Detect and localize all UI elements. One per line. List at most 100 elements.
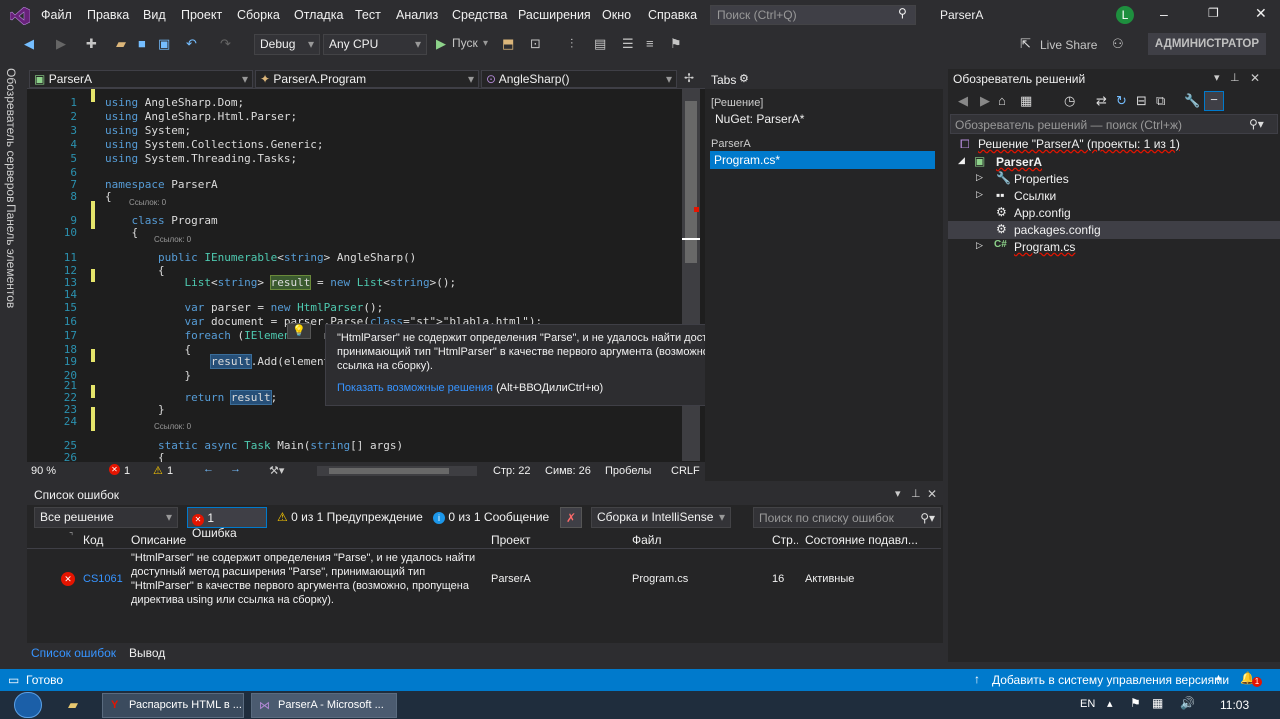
error-code-link[interactable]: CS1061 <box>83 573 123 585</box>
search-icon[interactable]: ⚲▾ <box>1249 117 1264 131</box>
reference-count[interactable]: Ссылок: 0 <box>154 235 191 244</box>
dropdown-icon[interactable]: ▴ <box>1216 672 1221 683</box>
start-dropdown-icon[interactable]: ▾ <box>483 38 488 49</box>
warning-icon[interactable]: ⚠ <box>153 464 163 477</box>
code-line[interactable]: namespace ParserA <box>105 178 218 191</box>
tab-item-nuget[interactable]: NuGet: ParserA* <box>715 112 804 126</box>
sync-icon[interactable]: ⇄ <box>1096 93 1107 109</box>
menu-window[interactable]: Окно <box>602 8 631 22</box>
preview-icon[interactable]: − <box>1204 91 1224 111</box>
history-icon[interactable]: ◷ <box>1064 93 1075 109</box>
cleanup-icon[interactable]: ⚒▾ <box>269 464 284 477</box>
code-line[interactable]: using System.Collections.Generic; <box>105 138 324 151</box>
user-avatar[interactable]: L <box>1116 6 1134 24</box>
screenshot-icon[interactable]: ⊡ <box>530 36 541 52</box>
redo-icon[interactable]: ↷ <box>220 36 231 52</box>
code-line[interactable]: public IEnumerable<string> AngleSharp() <box>105 251 416 264</box>
error-count[interactable]: 1 <box>124 465 130 477</box>
table-row[interactable]: ✕ CS1061 "HtmlParser" не содержит опреде… <box>27 550 941 610</box>
pin-icon[interactable]: ⊥ <box>1230 71 1240 84</box>
layout-icon[interactable]: ▤ <box>594 36 606 52</box>
save-all-icon[interactable]: ▣ <box>158 36 170 52</box>
col-description[interactable]: Описание <box>131 533 186 547</box>
file-explorer-icon[interactable]: ▰ <box>68 697 78 713</box>
reference-count[interactable]: Ссылок: 0 <box>129 198 166 207</box>
error-marker[interactable] <box>694 207 699 212</box>
code-line[interactable]: { <box>105 226 138 239</box>
start-button[interactable] <box>14 692 42 718</box>
toolbox-tab[interactable]: Панель элементов <box>4 204 18 308</box>
previous-issue-icon[interactable]: ← <box>203 463 214 475</box>
panel-close-icon[interactable]: ✕ <box>1250 71 1260 85</box>
clear-filter-icon[interactable]: ✗ <box>560 507 582 528</box>
build-source-select[interactable]: Сборка и IntelliSense ▾ <box>591 507 731 528</box>
warning-count[interactable]: 1 <box>167 465 173 477</box>
collapse-arrow-icon[interactable]: ▷ <box>976 189 983 200</box>
save-icon[interactable]: ■ <box>138 36 146 51</box>
feedback-icon[interactable]: ⚇ <box>1112 36 1124 52</box>
panel-dropdown-icon[interactable]: ▾ <box>1214 71 1220 84</box>
undo-icon[interactable]: ↶ <box>186 36 197 52</box>
tree-item-references[interactable]: Ссылки <box>1014 189 1056 203</box>
menu-project[interactable]: Проект <box>181 8 222 22</box>
error-icon[interactable]: ✕ <box>109 464 120 475</box>
new-item-icon[interactable]: ✚ <box>86 36 97 52</box>
comment-icon[interactable]: ☰ <box>622 36 634 52</box>
code-line[interactable]: using System.Threading.Tasks; <box>105 152 297 165</box>
class-nav-select[interactable]: ✦ ParserA.Program ▾ <box>255 70 479 88</box>
collapse-arrow-icon[interactable]: ▷ <box>976 172 983 183</box>
bookmark-icon[interactable]: ⚑ <box>670 36 682 52</box>
horizontal-scrollbar[interactable] <box>317 466 477 476</box>
code-line[interactable]: var parser = new HtmlParser(); <box>105 301 383 314</box>
tab-error-list[interactable]: Список ошибок <box>31 646 116 660</box>
properties-icon[interactable]: 🔧 <box>1184 93 1200 109</box>
quick-launch-search[interactable]: Поиск (Ctrl+Q) <box>710 5 916 25</box>
input-language[interactable]: EN <box>1080 698 1095 710</box>
tab-output[interactable]: Вывод <box>129 646 165 660</box>
show-fixes-link[interactable]: Показать возможные решения <box>337 382 493 394</box>
minimize-icon[interactable]: – <box>1160 6 1168 22</box>
close-icon[interactable]: ✕ <box>1255 5 1267 22</box>
tab-item-program[interactable]: Program.cs* <box>710 151 935 169</box>
sort-icon[interactable]: ⌝ <box>69 531 73 542</box>
col-project[interactable]: Проект <box>491 533 531 547</box>
clock[interactable]: 11:03 <box>1220 698 1249 712</box>
open-folder-icon[interactable]: ▰ <box>116 36 126 52</box>
add-to-source-control[interactable]: Добавить в систему управления версиями <box>992 673 1229 687</box>
lightbulb-icon[interactable]: 💡 <box>287 323 311 339</box>
menu-tools[interactable]: Средства <box>452 8 507 22</box>
platform-select[interactable]: Any CPU ▾ <box>323 34 427 55</box>
panel-dropdown-icon[interactable]: ▾ <box>895 487 901 500</box>
menu-analyze[interactable]: Анализ <box>396 8 438 22</box>
home-icon[interactable]: ⌂ <box>998 93 1006 108</box>
code-line[interactable]: } <box>105 403 165 416</box>
taskbar-item-browser[interactable]: Y Распарсить HTML в ... <box>102 693 244 718</box>
col-line[interactable]: Стр... <box>772 533 798 547</box>
menu-test[interactable]: Тест <box>355 8 381 22</box>
start-button[interactable]: Пуск <box>452 36 478 50</box>
tree-item-program-cs[interactable]: Program.cs <box>1014 240 1075 254</box>
switch-views-icon[interactable]: ▦ <box>1020 93 1032 109</box>
panel-close-icon[interactable]: ✕ <box>927 487 937 501</box>
next-issue-icon[interactable]: → <box>230 463 241 475</box>
menu-file[interactable]: Файл <box>41 8 72 22</box>
warnings-filter-button[interactable]: ⚠ 0 из 1 Предупреждение <box>277 510 423 524</box>
forward-icon[interactable]: ▶ <box>56 36 66 52</box>
network-icon[interactable]: ▦ <box>1152 696 1163 710</box>
line-ending[interactable]: CRLF <box>671 465 700 477</box>
volume-icon[interactable]: 🔊 <box>1180 696 1195 710</box>
split-editor-icon[interactable]: ✢ <box>684 71 694 85</box>
live-share-icon[interactable]: ⇱ <box>1020 36 1031 52</box>
menu-build[interactable]: Сборка <box>237 8 280 22</box>
scope-select[interactable]: Все решение ▾ <box>34 507 178 528</box>
uncomment-icon[interactable]: ≡ <box>646 36 654 51</box>
errors-filter-button[interactable]: ✕ 1 Ошибка <box>187 507 267 540</box>
collapse-arrow-icon[interactable]: ▷ <box>976 240 983 251</box>
code-line[interactable]: List<string> result = new List<string>()… <box>105 275 456 290</box>
col-file[interactable]: Файл <box>632 533 662 547</box>
live-share-button[interactable]: Live Share <box>1040 38 1097 52</box>
project-nav-select[interactable]: ▣ ParserA ▾ <box>29 70 253 88</box>
col-suppression[interactable]: Состояние подавл... <box>805 533 921 547</box>
menu-extensions[interactable]: Расширения <box>518 8 591 22</box>
code-line[interactable]: using AngleSharp.Html.Parser; <box>105 110 297 123</box>
